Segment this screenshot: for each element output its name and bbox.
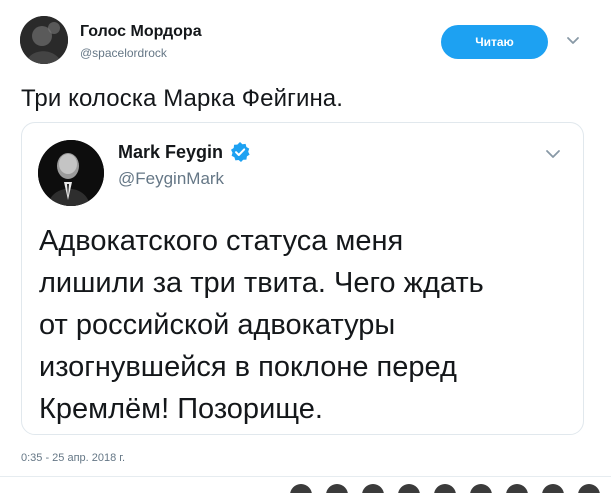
action-icon[interactable] — [398, 484, 420, 493]
action-icon[interactable] — [578, 484, 600, 493]
quoted-author-handle[interactable]: @FeyginMark — [118, 169, 224, 189]
action-icon[interactable] — [470, 484, 492, 493]
chevron-down-icon[interactable] — [566, 34, 580, 48]
action-icon[interactable] — [362, 484, 384, 493]
author-handle[interactable]: @spacelordrock — [80, 46, 167, 60]
quoted-tweet-text: Адвокатского статуса меня лишили за три … — [39, 220, 569, 430]
quoted-author-avatar[interactable] — [38, 140, 104, 206]
quoted-author-name-text: Mark Feygin — [118, 141, 224, 162]
quoted-line: Кремлём! Позорище. — [39, 393, 323, 425]
chevron-down-icon[interactable] — [544, 145, 562, 163]
author-avatar[interactable] — [20, 16, 68, 64]
quoted-line: лишили за три твита. Чего ждать — [39, 267, 484, 299]
portrait-icon — [38, 140, 104, 206]
quoted-line: изогнувшейся в поклоне перед — [39, 351, 457, 383]
action-icon[interactable] — [290, 484, 312, 493]
action-icon[interactable] — [506, 484, 528, 493]
action-row — [290, 484, 600, 493]
quoted-line: Адвокатского статуса меня — [39, 225, 404, 257]
tweet-timestamp[interactable]: 0:35 - 25 апр. 2018 г. — [21, 452, 125, 464]
verified-badge-icon — [229, 141, 251, 163]
tweet-text: Три колоска Марка Фейгина. — [21, 85, 344, 112]
action-icon[interactable] — [542, 484, 564, 493]
divider — [0, 476, 611, 477]
avatar-image-icon — [20, 16, 68, 64]
quoted-author-name[interactable]: Mark Feygin — [118, 141, 251, 163]
quoted-tweet-card[interactable]: Mark Feygin @FeyginMark Адвокатского ста… — [21, 122, 584, 435]
follow-button[interactable]: Читаю — [441, 25, 548, 59]
quoted-line: от российской адвокатуры — [39, 309, 396, 341]
author-name[interactable]: Голос Мордора — [80, 23, 202, 41]
action-icon[interactable] — [326, 484, 348, 493]
tweet-page: Голос Мордора @spacelordrock Читаю Три к… — [0, 0, 611, 493]
action-icon[interactable] — [434, 484, 456, 493]
